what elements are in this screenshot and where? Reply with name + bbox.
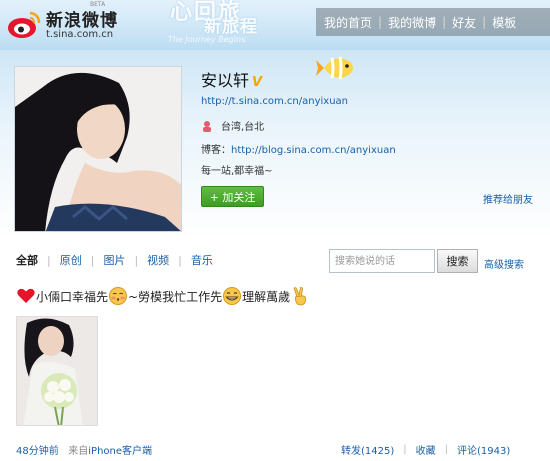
nav-friends[interactable]: 好友 (452, 14, 476, 31)
nav-separator: | (378, 15, 383, 29)
beta-tag: BETA (90, 1, 106, 8)
shy-face-icon (109, 287, 128, 305)
action-separator: | (403, 444, 407, 455)
profile-avatar[interactable] (14, 66, 182, 232)
tab-pictures[interactable]: 图片 (103, 252, 125, 268)
tab-music[interactable]: 音乐 (191, 252, 213, 268)
location-row: 台湾,台北 (201, 118, 264, 133)
repost-link[interactable]: 转发(1425) (341, 442, 394, 457)
victory-hand-icon (293, 286, 307, 306)
template-banner: 心回旅 新旅程 The Journey Begins (160, 0, 300, 48)
sina-weibo-logo[interactable]: 新浪微博 BETA t.sina.com.cn (6, 1, 126, 46)
recommend-to-friend-link[interactable]: 推荐给朋友 (483, 191, 533, 206)
nav-templates[interactable]: 模板 (492, 14, 516, 31)
profile-url-link[interactable]: http://t.sina.com.cn/anyixuan (201, 96, 348, 107)
verified-badge-icon: V (252, 75, 263, 90)
advanced-search-link[interactable]: 高级搜索 (484, 256, 524, 271)
user-gender-icon (203, 120, 211, 132)
feed-filter-tabs: 全部 | 原创 | 图片 | 视频 | 音乐 (16, 252, 213, 268)
post-source-link[interactable]: iPhone客户端 (88, 446, 152, 457)
tab-separator: | (178, 253, 182, 267)
comment-link[interactable]: 评论(1943) (457, 442, 510, 457)
blog-url-link[interactable]: http://blog.sina.com.cn/anyixuan (231, 145, 396, 156)
blog-label: 博客： (201, 145, 231, 156)
action-separator: | (444, 444, 449, 455)
post-segment-1: 小倆口幸福先 (36, 289, 109, 304)
tab-videos[interactable]: 视频 (147, 252, 169, 268)
post-actions: 转发(1425) | 收藏 | 评论(1943) (341, 442, 510, 457)
follow-button[interactable]: + 加关注 (201, 186, 264, 207)
post-photo-icon (17, 317, 97, 425)
top-header: 新浪微博 BETA t.sina.com.cn 心回旅 新旅程 The Jour… (0, 0, 550, 50)
post-image[interactable] (16, 316, 98, 426)
banner-subtitle: 新旅程 (204, 17, 258, 37)
location-text: 台湾,台北 (221, 122, 265, 133)
tab-all[interactable]: 全部 (16, 252, 38, 268)
post-segment-2: ~勞模我忙工作先 (128, 289, 223, 304)
tab-separator: | (134, 253, 139, 267)
post-segment-3: 理解萬歲 (242, 289, 291, 304)
tab-separator: | (47, 253, 51, 267)
profile-name-text: 安以轩 (201, 71, 250, 90)
nav-my-weibo[interactable]: 我的微博 (388, 14, 436, 31)
profile-motto: 每一站,都幸福~ (201, 166, 273, 177)
search-input[interactable] (329, 249, 435, 273)
profile-section: 安以轩 V http://t.sina.com.cn/anyixuan 台湾,台北… (0, 50, 550, 240)
nav-separator: | (442, 15, 447, 29)
post-time-link[interactable]: 48分钟前 (16, 446, 59, 457)
heart-icon (17, 288, 35, 303)
weibo-eye-logo-icon (8, 11, 41, 38)
post-meta: 48分钟前 来自iPhone客户端 (16, 442, 152, 457)
nav-my-home[interactable]: 我的首页 (324, 14, 372, 31)
grin-face-icon (223, 287, 242, 305)
blog-row: 博客：http://blog.sina.com.cn/anyixuan (201, 141, 396, 156)
avatar-photo-icon (15, 67, 181, 231)
banner-english: The Journey Begins (168, 35, 246, 44)
profile-name: 安以轩 V (201, 67, 262, 91)
logo-domain: t.sina.com.cn (46, 29, 114, 40)
search-button[interactable]: 搜索 (437, 249, 478, 273)
post-text: 小倆口幸福先 ~勞模我忙工作先 理解萬歲 (16, 286, 310, 306)
logo-text: 新浪微博 (46, 11, 118, 31)
tropical-fish-icon (316, 56, 353, 80)
top-nav: 我的首页 | 我的微博 | 好友 | 模板 (316, 8, 550, 36)
tab-original[interactable]: 原创 (60, 252, 82, 268)
tab-separator: | (90, 253, 95, 267)
nav-separator: | (482, 15, 487, 29)
post-source-prefix: 来自 (68, 446, 89, 457)
favorite-link[interactable]: 收藏 (416, 442, 436, 457)
